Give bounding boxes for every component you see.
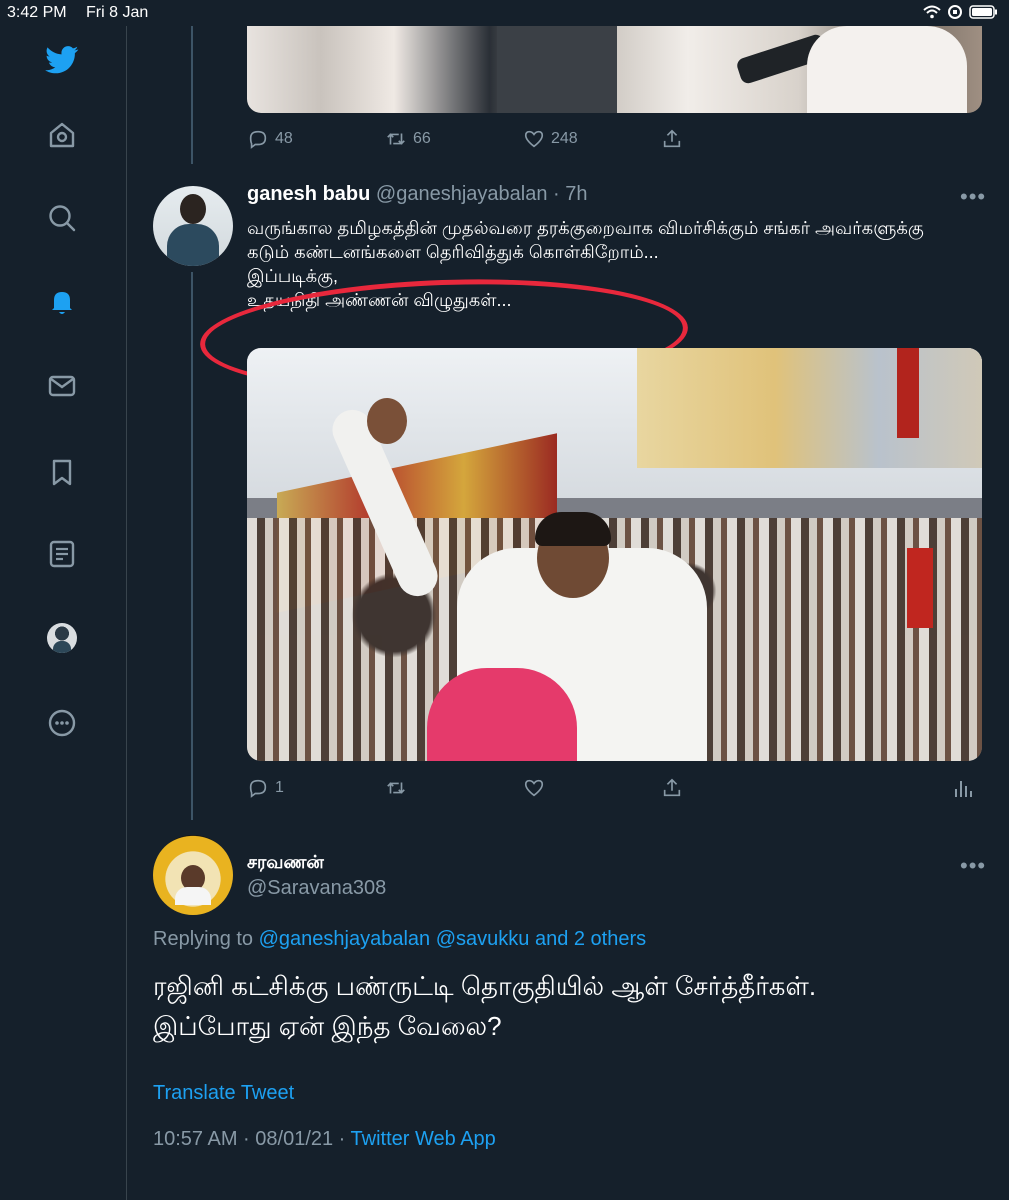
prev-tweet-image[interactable] (247, 26, 982, 113)
like-count: 248 (551, 130, 578, 147)
replying-to-links[interactable]: @ganeshjayabalan @savukku and 2 others (259, 928, 647, 950)
thread-line-top (191, 26, 193, 164)
analytics-icon[interactable] (952, 777, 974, 804)
thread-line-middle (191, 272, 193, 820)
search-icon[interactable] (44, 200, 80, 236)
retweet-icon (387, 782, 405, 794)
tweet-actions: 1 (247, 777, 799, 799)
messages-mail-icon[interactable] (44, 368, 80, 404)
tweet-timestamp-row: 10:57 AM · 08/01/21 · Twitter Web App (153, 1128, 496, 1151)
retweet-count: 66 (413, 130, 431, 147)
tweet-more-icon[interactable]: ••• (960, 184, 986, 210)
retweet-button[interactable]: 66 (385, 128, 523, 150)
status-date: Fri 8 Jan (86, 4, 149, 21)
reply-icon (249, 779, 267, 798)
share-icon (663, 778, 681, 797)
share-button[interactable] (661, 128, 799, 150)
translate-tweet-link[interactable]: Translate Tweet (153, 1082, 294, 1105)
sidebar-nav (0, 26, 126, 1200)
system-icons (923, 4, 999, 20)
reply-button[interactable]: 1 (247, 777, 385, 799)
reply-author-name[interactable]: சரவணன் (247, 852, 324, 875)
share-button[interactable] (661, 777, 799, 799)
reply-count: 48 (275, 130, 293, 147)
prev-tweet-actions: 48 66 248 (247, 128, 799, 150)
tweet-author-name[interactable]: ganesh babu (247, 183, 370, 205)
battery-icon (969, 5, 997, 19)
retweet-button[interactable] (385, 777, 523, 799)
tweet-author-handle[interactable]: @ganeshjayabalan (376, 183, 548, 205)
wifi-icon (923, 5, 941, 19)
status-time: 3:42 PM (7, 4, 67, 21)
reply-text: ரஜினி கட்சிக்கு பண்ருட்டி தொகுதியில் ஆள்… (153, 971, 817, 1041)
replying-prefix: Replying to (153, 928, 254, 950)
retweet-icon (387, 133, 405, 145)
tweet-time[interactable]: · 7h (553, 183, 587, 205)
tweet-timestamp[interactable]: 10:57 AM · 08/01/21 · (153, 1128, 345, 1150)
orientation-lock-icon (948, 5, 962, 19)
like-button[interactable]: 248 (523, 128, 661, 150)
home-icon[interactable] (44, 117, 80, 153)
reply-more-icon[interactable]: ••• (960, 853, 986, 879)
tweet-author-avatar[interactable] (153, 186, 233, 266)
sidebar-divider (126, 26, 127, 1200)
tweet-photo[interactable] (247, 348, 982, 761)
reply-author-avatar[interactable] (153, 835, 233, 915)
tweet-source-link[interactable]: Twitter Web App (351, 1128, 496, 1150)
lists-icon[interactable] (44, 536, 80, 572)
tweet-header: ganesh babu @ganeshjayabalan · 7h (247, 183, 588, 206)
like-button[interactable] (523, 777, 661, 799)
more-options-icon[interactable] (44, 705, 80, 741)
reply-count: 1 (275, 779, 284, 796)
reply-author-handle[interactable]: @Saravana308 (247, 877, 386, 900)
replying-to: Replying to @ganeshjayabalan @savukku an… (153, 928, 646, 951)
share-icon (663, 129, 681, 148)
reply-button[interactable]: 48 (247, 128, 385, 150)
bookmarks-icon[interactable] (44, 454, 80, 490)
heart-icon (524, 779, 544, 797)
reply-icon (249, 130, 267, 149)
heart-icon (524, 130, 544, 148)
notifications-bell-icon[interactable] (44, 284, 80, 320)
twitter-logo-icon[interactable] (44, 42, 80, 78)
profile-avatar-icon[interactable] (44, 620, 80, 656)
status-bar: 3:42 PM Fri 8 Jan (0, 0, 1009, 26)
